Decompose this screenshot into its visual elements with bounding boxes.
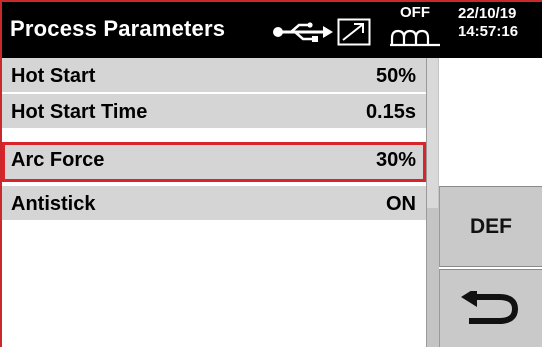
- time-label: 14:57:16: [458, 23, 519, 40]
- def-button[interactable]: DEF: [439, 186, 542, 267]
- parameter-label: Hot Start Time: [11, 101, 148, 123]
- page-title: Process Parameters: [10, 16, 226, 41]
- parameter-label: Antistick: [11, 193, 96, 215]
- parameter-value: 50%: [375, 65, 416, 87]
- parameter-label: Arc Force: [11, 149, 105, 171]
- def-button-label: DEF: [470, 214, 512, 238]
- output-status-label: OFF: [400, 4, 430, 21]
- list-item-hot-start[interactable]: Hot Start 50%: [2, 58, 426, 94]
- usb-icon: [273, 22, 333, 42]
- date-label: 22/10/19: [458, 5, 517, 22]
- list-item-arc-force[interactable]: Arc Force 30%: [2, 142, 426, 182]
- parameter-value: 30%: [375, 149, 416, 171]
- header-bar: Process Parameters OFF 22/10/19 14:57:16: [2, 2, 542, 58]
- parameter-value: 0.15s: [365, 101, 416, 123]
- wave-icon: [390, 29, 440, 47]
- parameter-value: ON: [386, 193, 416, 215]
- return-arrow-icon: [461, 290, 519, 324]
- date-time: 22/10/19 14:57:16: [458, 5, 518, 41]
- list-item-antistick[interactable]: Antistick ON: [2, 186, 426, 222]
- parameter-label: Hot Start: [11, 65, 96, 87]
- trend-icon: [337, 18, 371, 46]
- back-button[interactable]: [439, 269, 542, 347]
- scrollbar-thumb[interactable]: [426, 58, 438, 208]
- list-item-hot-start-time[interactable]: Hot Start Time 0.15s: [2, 94, 426, 130]
- parameter-list: Hot Start 50% Hot Start Time 0.15s Arc F…: [2, 58, 426, 347]
